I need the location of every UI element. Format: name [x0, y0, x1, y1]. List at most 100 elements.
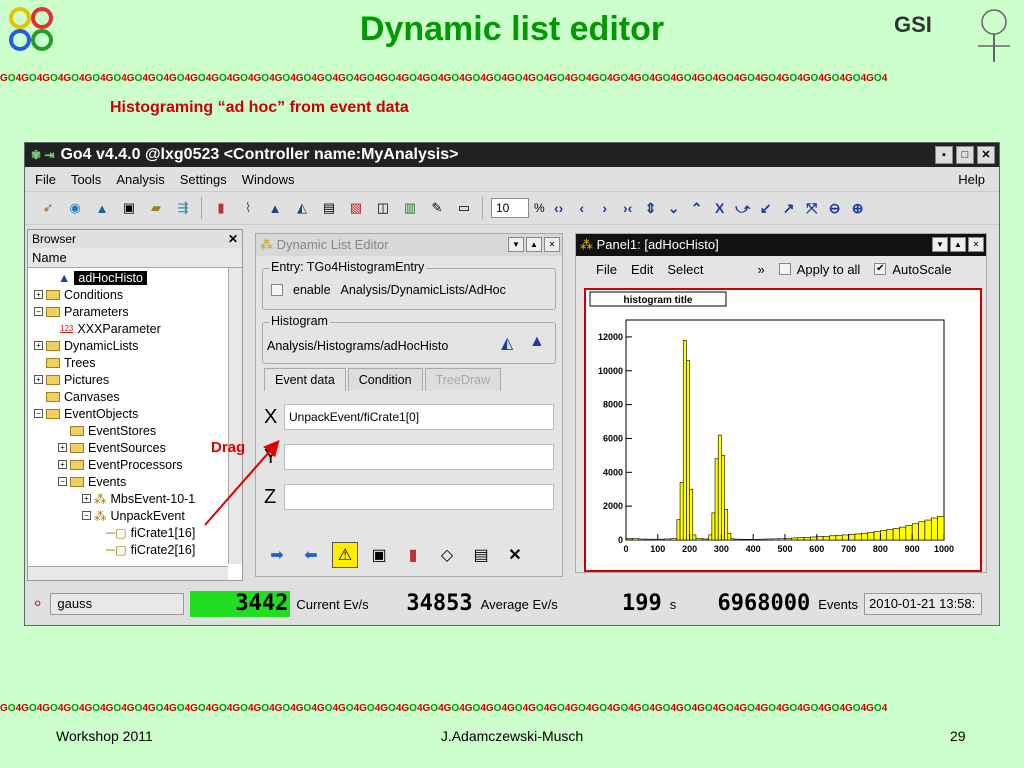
histogram-icon[interactable]: ▮ — [210, 197, 232, 219]
browser-close-icon[interactable]: ✕ — [228, 230, 238, 248]
tree-item-eventstores[interactable]: EventStores — [70, 422, 156, 439]
launch-analysis-icon[interactable]: ➶ — [37, 197, 59, 219]
menu-file[interactable]: File — [35, 172, 56, 187]
tab-condition[interactable]: Condition — [347, 368, 423, 391]
tab-treedraw[interactable]: TreeDraw — [424, 368, 502, 391]
tree-item-canvases[interactable]: Canvases — [46, 388, 120, 405]
event-info-icon[interactable]: ◫ — [372, 197, 394, 219]
column-header-name[interactable]: Name — [28, 248, 242, 268]
tree-item-mbsevent[interactable]: + ⁂ MbsEvent-10-1 — [82, 490, 195, 507]
rotate-icon[interactable]: ⤻ — [734, 200, 752, 217]
menu-help[interactable]: Help — [958, 172, 985, 187]
expand-icon[interactable]: + — [82, 494, 91, 503]
editor-close-button[interactable]: ✕ — [544, 237, 560, 252]
panel-menu-file[interactable]: File — [596, 262, 617, 277]
shift-left-icon[interactable]: ‹ — [573, 200, 591, 216]
refresh-rate-input[interactable]: 10 — [491, 198, 529, 218]
apply-all-checkbox[interactable] — [778, 263, 791, 275]
collapse-icon[interactable]: − — [34, 307, 43, 316]
tab-event-data[interactable]: Event data — [264, 368, 346, 391]
open-icon[interactable]: ▰ — [145, 197, 167, 219]
expand-icon[interactable]: + — [34, 375, 43, 384]
zoom-out-icon[interactable]: ‹› — [550, 200, 568, 216]
panel-icon[interactable]: ▲ — [264, 197, 286, 219]
tree-item-adhochisto[interactable]: ▲ adHocHisto — [58, 269, 147, 286]
collapse-icon[interactable]: − — [34, 409, 43, 418]
menu-analysis[interactable]: Analysis — [116, 172, 164, 187]
expand-icon[interactable]: + — [34, 341, 43, 350]
x-expression-input[interactable]: UnpackEvent/fiCrate1[0] — [284, 404, 554, 430]
panel-maximize-button[interactable]: ▲ — [950, 237, 966, 252]
save-icon[interactable]: ▣ — [118, 197, 140, 219]
tree-item-pictures[interactable]: + Pictures — [34, 371, 109, 388]
diagonal-icon[interactable]: ⤧ — [803, 200, 821, 217]
close-icon[interactable]: ✕ — [502, 542, 528, 568]
canvas-icon[interactable]: ▤ — [318, 197, 340, 219]
dynlist-icon[interactable]: ▭ — [453, 197, 475, 219]
graph-icon[interactable]: ⌇ — [237, 197, 259, 219]
expand-icon[interactable]: + — [34, 290, 43, 299]
panel-close-button[interactable]: ✕ — [968, 237, 984, 252]
condition-icon[interactable]: ▧ — [345, 197, 367, 219]
shift-up-icon[interactable]: ⌃ — [688, 200, 706, 217]
minimize-button[interactable]: ▪ — [935, 146, 953, 164]
tree-item-events[interactable]: − Events — [58, 473, 126, 490]
z-expression-input[interactable] — [284, 484, 554, 510]
zoom-plus-icon[interactable]: ⊕ — [849, 200, 867, 217]
tree-item-conditions[interactable]: + Conditions — [34, 286, 123, 303]
apply-right-icon[interactable]: ➡ — [264, 542, 290, 568]
collapse-icon[interactable]: − — [82, 511, 91, 520]
expand-y-icon[interactable]: ⇕ — [642, 200, 660, 217]
tree-item-unpackevent[interactable]: − ⁂ UnpackEvent — [82, 507, 185, 524]
browser-horizontal-scrollbar[interactable] — [28, 566, 228, 580]
tree-item-parameters[interactable]: − Parameters — [34, 303, 129, 320]
connect-icon[interactable]: ◉ — [64, 197, 86, 219]
shrink-icon[interactable]: X — [711, 200, 729, 216]
show-histogram-icon[interactable]: ▲ — [529, 333, 545, 351]
zoom-minus-icon[interactable]: ⊖ — [826, 200, 844, 217]
shift-right-icon[interactable]: › — [596, 200, 614, 216]
menu-windows[interactable]: Windows — [242, 172, 295, 187]
tree-item-eventprocessors[interactable]: + EventProcessors — [58, 456, 182, 473]
editor-menu-button[interactable]: ▼ — [508, 237, 524, 252]
expand-icon[interactable]: + — [58, 460, 67, 469]
histogram-canvas[interactable]: histogram title 0 100 200 300 400 500 600 700 800… — [584, 288, 982, 572]
shift-down-icon[interactable]: ⌄ — [665, 200, 683, 217]
panel-menu-edit[interactable]: Edit — [631, 262, 653, 277]
panel-menu-button[interactable]: ▼ — [932, 237, 948, 252]
enable-checkbox[interactable] — [271, 284, 283, 296]
window-titlebar[interactable]: ✾ ⇥ Go4 v4.4.0 @lxg0523 <Controller name… — [25, 143, 999, 167]
dynlist-icon[interactable]: ▤ — [468, 542, 494, 568]
y-expression-input[interactable] — [284, 444, 554, 470]
warning-icon[interactable]: ⚠ — [332, 542, 358, 568]
panel-menu-more[interactable]: » — [758, 262, 765, 277]
refresh-left-icon[interactable]: ⬅ — [298, 542, 324, 568]
editor-titlebar[interactable]: ⁂ Dynamic List Editor ▼ ▲ ✕ — [256, 234, 562, 256]
collapse-icon[interactable]: − — [58, 477, 67, 486]
save-icon[interactable]: ▣ — [366, 542, 392, 568]
new-histogram-icon[interactable]: ◭ — [501, 333, 513, 353]
arrow-down-left-icon[interactable]: ↙ — [757, 200, 775, 217]
maximize-button[interactable]: □ — [956, 146, 974, 164]
tree-item-trees[interactable]: Trees — [46, 354, 96, 371]
tree-item-dynamiclists[interactable]: + DynamicLists — [34, 337, 138, 354]
editor-maximize-button[interactable]: ▲ — [526, 237, 542, 252]
autoscale-checkbox[interactable]: ✔ — [874, 263, 887, 275]
histogram-icon[interactable]: ▮ — [400, 542, 426, 568]
tree-item-ficrate1[interactable]: ─▢ fiCrate1[16] — [106, 524, 195, 541]
menu-tools[interactable]: Tools — [71, 172, 101, 187]
tree-item-eventsources[interactable]: + EventSources — [58, 439, 166, 456]
new-histo-icon[interactable]: ◭ — [291, 197, 313, 219]
panel-menu-select[interactable]: Select — [667, 262, 703, 277]
parameter-icon[interactable]: ✎ — [426, 197, 448, 219]
tree-viewer-icon[interactable]: ▥ — [399, 197, 421, 219]
zoom-in-x-icon[interactable]: ›‹ — [619, 200, 637, 216]
tree-item-ficrate2[interactable]: ─▢ fiCrate2[16] — [106, 541, 195, 558]
tree-item-xxxparameter[interactable]: 123 XXXParameter — [60, 320, 161, 337]
arrow-up-right-icon[interactable]: ↗ — [780, 200, 798, 217]
expand-icon[interactable]: + — [58, 443, 67, 452]
eraser-icon[interactable]: ◇ — [434, 542, 460, 568]
close-button[interactable]: ✕ — [977, 146, 995, 164]
menu-settings[interactable]: Settings — [180, 172, 227, 187]
tree-item-eventobjects[interactable]: − EventObjects — [34, 405, 138, 422]
